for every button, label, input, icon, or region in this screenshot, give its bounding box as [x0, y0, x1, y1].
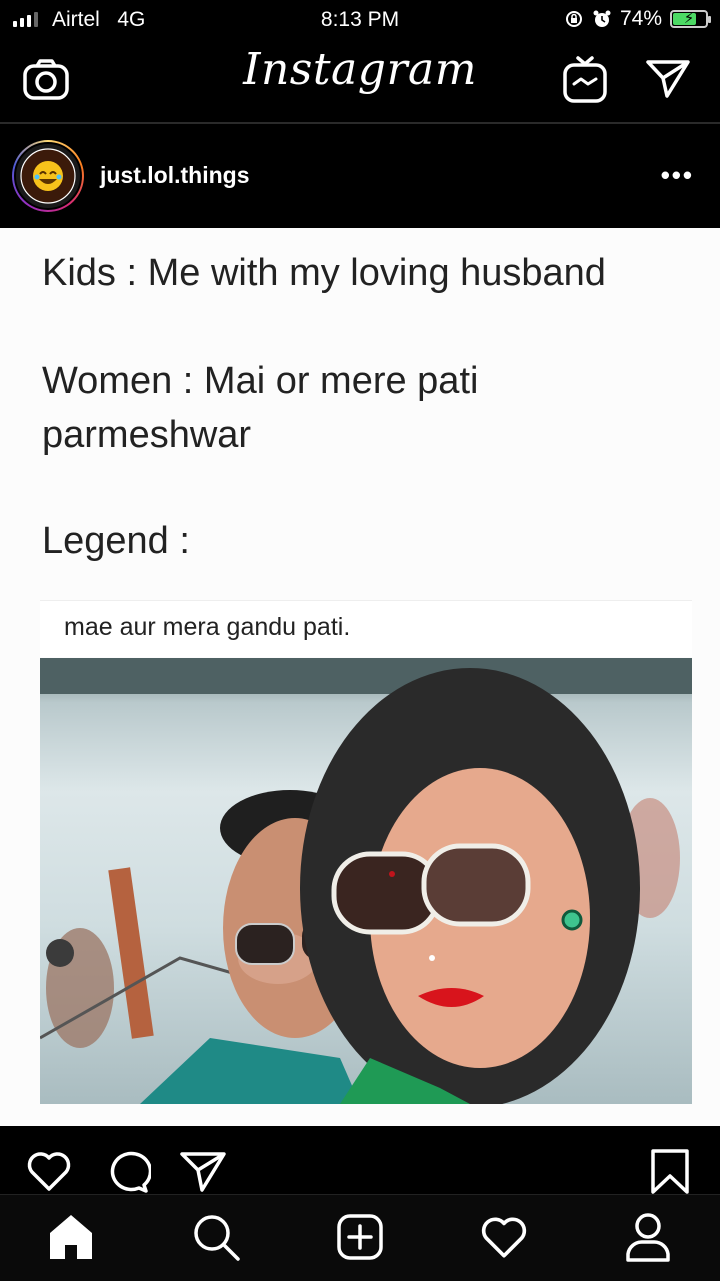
comment-icon[interactable] [102, 1148, 152, 1194]
home-icon[interactable] [46, 1211, 96, 1263]
avatar[interactable] [12, 140, 84, 212]
new-post-icon[interactable] [334, 1211, 386, 1263]
search-icon[interactable] [190, 1211, 242, 1263]
couple-selfie-photo [40, 658, 692, 1104]
heart-icon[interactable] [24, 1148, 74, 1194]
post-image: Kids : Me with my loving husband Women :… [0, 228, 720, 1126]
meme-line-kids: Kids : Me with my loving husband [42, 252, 606, 294]
profile-icon[interactable] [622, 1211, 674, 1263]
status-right: 74% ⚡ [564, 7, 711, 31]
alarm-icon [593, 10, 611, 27]
activity-icon[interactable] [478, 1211, 530, 1263]
igtv-icon[interactable] [562, 54, 608, 104]
battery-percent: 74% [619, 7, 662, 30]
share-icon[interactable] [178, 1148, 228, 1194]
meme-line-women: Women : Mai or mere pati parmeshwar [42, 360, 479, 456]
post-username[interactable]: just.lol.things [100, 162, 250, 189]
laughing-emoji-icon [20, 148, 76, 204]
app-logo: Instagram [243, 44, 477, 95]
bookmark-icon[interactable] [648, 1148, 692, 1194]
status-bar: Airtel 4G 8:13 PM 74% ⚡ [0, 0, 720, 40]
meme-caption-box: mae aur mera gandu pati. [40, 600, 692, 657]
meme-line-legend: Legend : [42, 520, 190, 562]
bottom-nav [0, 1194, 720, 1281]
direct-message-icon[interactable] [644, 56, 692, 102]
battery-icon: ⚡ [670, 10, 711, 28]
more-options-icon[interactable]: ••• [661, 160, 694, 191]
rotation-lock-icon [565, 11, 582, 27]
post-actions [0, 1126, 720, 1194]
meme-caption: mae aur mera gandu pati. [64, 613, 351, 641]
